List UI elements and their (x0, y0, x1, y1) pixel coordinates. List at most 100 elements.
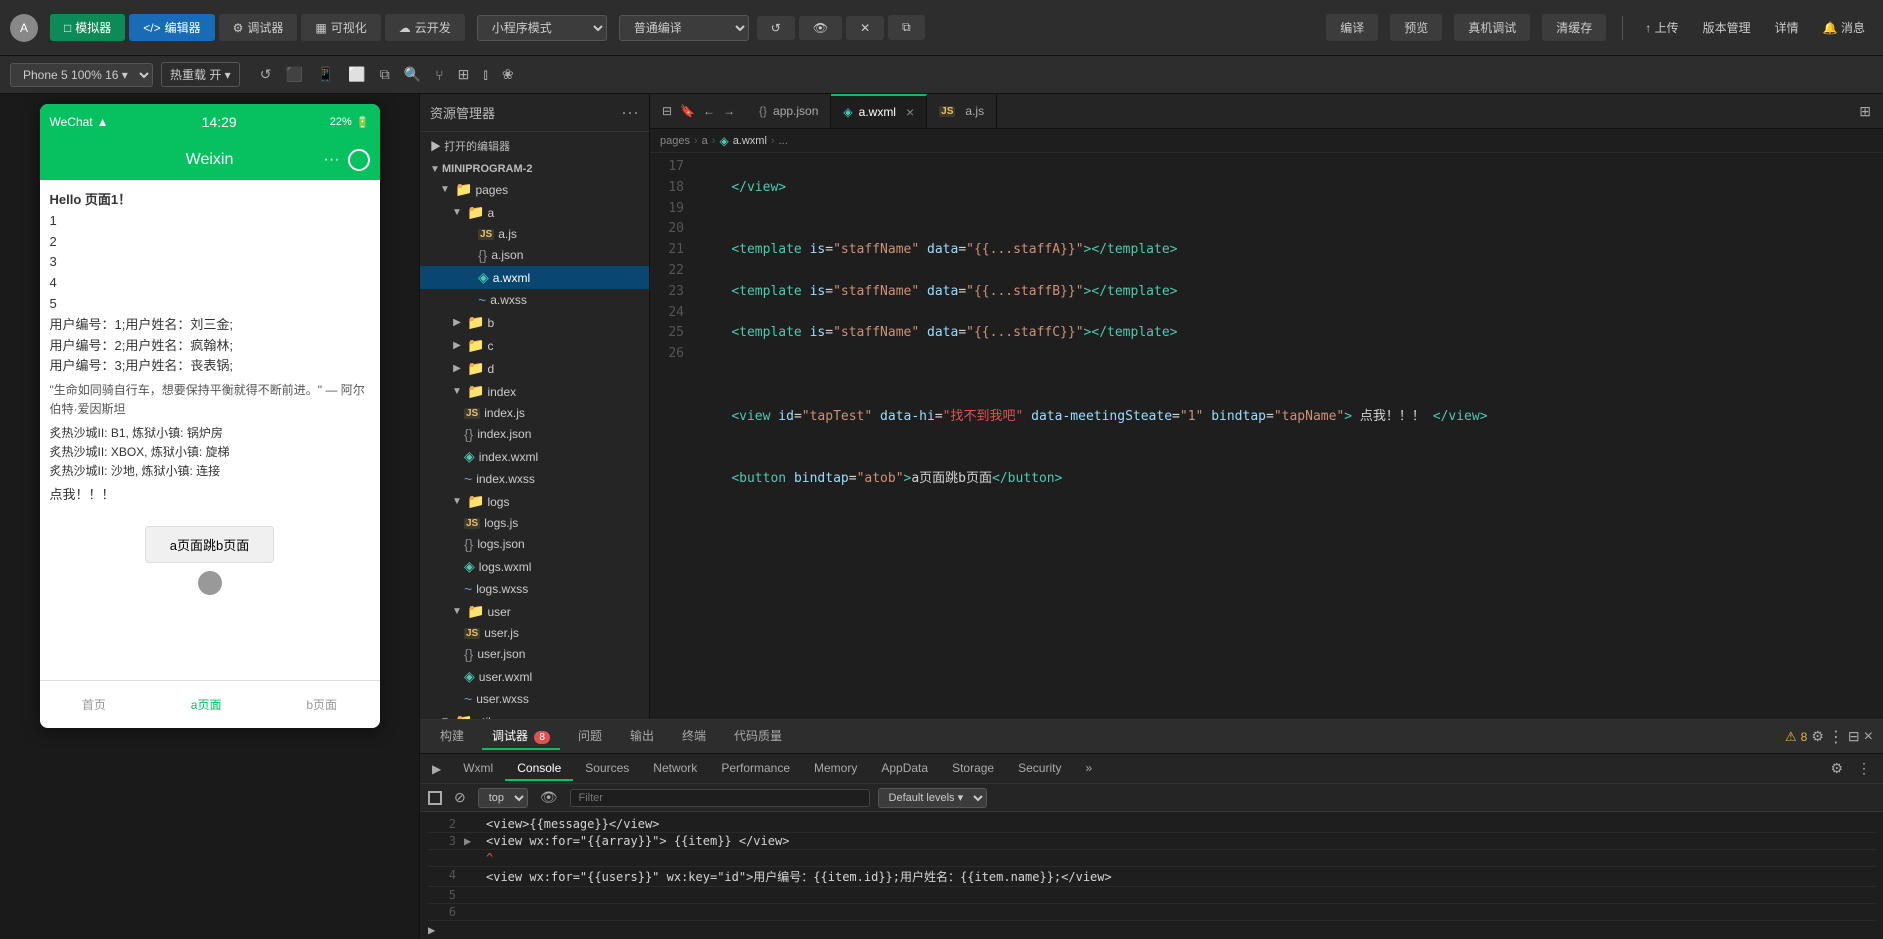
devtools-tab-debugger[interactable]: 调试器 8 (482, 723, 560, 750)
tree-folder-d[interactable]: ▶ 📁 d (420, 357, 649, 380)
tree-file-index-wxml[interactable]: ◈ index.wxml (420, 445, 649, 468)
warning-icon-button[interactable]: ⚠ (1785, 729, 1797, 745)
console-tab-appdata[interactable]: AppData (869, 757, 940, 781)
phone-icon[interactable]: 📱 (313, 64, 338, 85)
visual-button[interactable]: ▦ 可视化 (301, 14, 380, 41)
console-level-select[interactable]: Default levels ▾ (878, 788, 987, 808)
tree-file-index-json[interactable]: {} index.json (420, 423, 649, 445)
editor-back-icon[interactable]: ← (699, 102, 719, 120)
editor-forward-icon[interactable]: → (719, 102, 739, 120)
split-icon[interactable]: ⫾ (479, 64, 491, 85)
console-tab-storage[interactable]: Storage (940, 757, 1006, 781)
tree-project-root[interactable]: ▼ MINIPROGRAM-2 (420, 160, 649, 178)
phone-circle-btn[interactable] (348, 149, 370, 171)
notification-button[interactable]: 🔔 消息 (1815, 15, 1873, 40)
open-editors-label[interactable]: ▶ 打开的编辑器 (420, 132, 649, 160)
stop-icon[interactable]: ⬛ (281, 64, 306, 85)
console-tab-sources[interactable]: Sources (573, 757, 641, 781)
preview-eye-button[interactable]: 👁 (799, 16, 842, 40)
phone-nav-b[interactable]: b页面 (306, 696, 337, 713)
console-filter-input[interactable] (570, 789, 870, 807)
devtools-tab-output[interactable]: 输出 (620, 723, 664, 750)
console-arrow-btn[interactable]: ▶ (428, 760, 445, 778)
search-icon[interactable]: 🔍 (400, 64, 425, 85)
grid-icon[interactable]: ⊞ (454, 64, 474, 85)
console-clear-btn[interactable]: ⊘ (450, 787, 470, 808)
back-icon[interactable]: ↺ (256, 64, 276, 85)
tab-a-wxml[interactable]: ◈ a.wxml × (831, 94, 927, 128)
devtools-tab-terminal[interactable]: 终端 (672, 723, 716, 750)
debugger-button[interactable]: ⚙ 调试器 (219, 14, 298, 41)
devtools-tab-build[interactable]: 构建 (430, 723, 474, 750)
tree-file-user-js[interactable]: JS user.js (420, 623, 649, 643)
tree-file-a-json[interactable]: {} a.json (420, 244, 649, 266)
tree-file-index-wxss[interactable]: ~ index.wxss (420, 468, 649, 490)
tree-folder-pages[interactable]: ▼ 📁 pages (420, 178, 649, 201)
phone-nav-home[interactable]: 首页 (82, 696, 106, 713)
tree-folder-user[interactable]: ▼ 📁 user (420, 600, 649, 623)
flower-icon[interactable]: ❀ (498, 64, 518, 85)
upload-button[interactable]: ↑ 上传 (1637, 15, 1686, 40)
console-context-select[interactable]: top (478, 788, 528, 808)
device-selector[interactable]: Phone 5 100% 16 ▾ (10, 63, 153, 87)
explorer-menu-button[interactable]: ··· (621, 102, 639, 123)
tree-file-user-json[interactable]: {} user.json (420, 643, 649, 665)
branch-icon[interactable]: ⑂ (431, 65, 447, 85)
tree-file-logs-json[interactable]: {} logs.json (420, 533, 649, 555)
editor-split-icon[interactable]: ⊟ (658, 102, 676, 120)
copy-icon[interactable]: ⧉ (376, 64, 394, 85)
devtools-close-btn2[interactable]: ⊟ (1848, 728, 1860, 745)
tree-file-logs-wxml[interactable]: ◈ logs.wxml (420, 555, 649, 578)
devtools-tab-quality[interactable]: 代码质量 (724, 723, 792, 750)
simulator-button[interactable]: □ 模拟器 (50, 14, 125, 41)
editor-bookmark-icon[interactable]: 🔖 (676, 102, 699, 120)
phone-jump-btn[interactable]: a页面跳b页面 (145, 526, 274, 563)
tab-a-js[interactable]: JS a.js (927, 94, 997, 128)
tree-file-user-wxml[interactable]: ◈ user.wxml (420, 665, 649, 688)
detail-button[interactable]: 详情 (1767, 15, 1807, 40)
refresh-button[interactable]: ↺ (757, 16, 795, 40)
editor-button[interactable]: </> 编辑器 (129, 14, 214, 41)
screen-icon[interactable]: ⬜ (344, 64, 369, 85)
tree-folder-utils[interactable]: ▼ 📁 utils (420, 710, 649, 719)
tree-folder-b[interactable]: ▶ 📁 b (420, 311, 649, 334)
real-debug-label-button[interactable]: 真机调试 (1454, 14, 1530, 41)
devtools-close-button[interactable]: × (1864, 728, 1873, 746)
console-tab-performance[interactable]: Performance (709, 757, 802, 781)
console-settings-icon[interactable]: ⚙ (1826, 758, 1847, 779)
tree-file-a-wxml[interactable]: ◈ a.wxml (420, 266, 649, 289)
console-close-extra[interactable]: ⋮ (1853, 758, 1875, 779)
phone-nav-a[interactable]: a页面 (191, 696, 222, 713)
tab-app-json[interactable]: {} app.json (747, 94, 831, 128)
compile-button[interactable]: 编译 (1326, 14, 1378, 41)
layers-button[interactable]: ⧉ (888, 15, 925, 40)
tab-close-a-wxml[interactable]: × (906, 104, 914, 120)
tree-file-logs-wxss[interactable]: ~ logs.wxss (420, 578, 649, 600)
tree-folder-logs[interactable]: ▼ 📁 logs (420, 490, 649, 513)
console-tab-network[interactable]: Network (641, 757, 709, 781)
version-manager-button[interactable]: 版本管理 (1695, 15, 1759, 40)
tree-file-a-js[interactable]: JS a.js (420, 224, 649, 244)
tree-folder-index[interactable]: ▼ 📁 index (420, 380, 649, 403)
console-tab-wxml[interactable]: Wxml (451, 757, 505, 781)
tree-file-a-wxss[interactable]: ~ a.wxss (420, 289, 649, 311)
tree-folder-a[interactable]: ▼ 📁 a (420, 201, 649, 224)
console-circle-btn[interactable] (428, 791, 442, 805)
phone-tap-text[interactable]: 点我！！！ (50, 485, 370, 506)
devtools-gear-button[interactable]: ⚙ (1811, 728, 1824, 745)
preview-button[interactable]: 预览 (1390, 14, 1442, 41)
console-tab-memory[interactable]: Memory (802, 757, 869, 781)
devtools-tab-problems[interactable]: 问题 (568, 723, 612, 750)
hotreload-button[interactable]: 热重载 开 ▾ (161, 62, 240, 87)
editor-split-vert-icon[interactable]: ⊞ (1855, 101, 1875, 122)
real-debug-button[interactable]: ✕ (846, 16, 884, 40)
devtools-more-button[interactable]: ⋮ (1828, 727, 1844, 747)
console-tab-console[interactable]: Console (505, 757, 573, 781)
tree-file-logs-js[interactable]: JS logs.js (420, 513, 649, 533)
cloud-button[interactable]: ☁ 云开发 (385, 14, 465, 41)
clear-cache-button[interactable]: 清缓存 (1542, 14, 1606, 41)
mode-selector[interactable]: 小程序模式 (477, 15, 607, 41)
console-expand-3[interactable]: ▶ (464, 834, 478, 848)
tree-file-user-wxss[interactable]: ~ user.wxss (420, 688, 649, 710)
console-eye-btn[interactable]: 👁 (536, 787, 562, 808)
